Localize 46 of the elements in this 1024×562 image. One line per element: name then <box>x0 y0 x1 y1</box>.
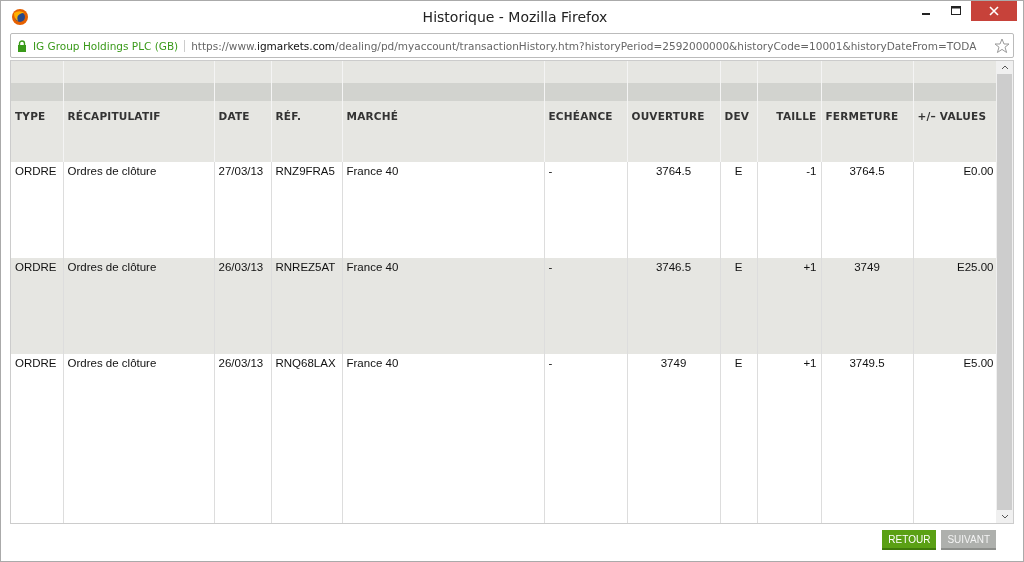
close-icon <box>989 6 999 16</box>
maximize-icon[interactable] <box>951 6 961 16</box>
address-bar[interactable]: IG Group Holdings PLC (GB) https://www.igmarkets.com/dealing/pd/myaccount/transactionHistory.htm?historyPeriod=2592000000&historyCode=10001&historyDateFrom=TODA <box>10 33 1014 58</box>
table-cell: RNQ68LAX <box>271 354 342 450</box>
table-cell: E <box>720 258 757 354</box>
close-button[interactable] <box>971 1 1017 21</box>
column-header: DATE <box>214 61 271 162</box>
column-header: TAILLE <box>757 61 821 162</box>
table-cell: E <box>720 354 757 450</box>
column-header: TYPE <box>11 61 63 162</box>
window-title: Historique - Mozilla Firefox <box>421 8 609 25</box>
lock-icon <box>17 39 27 52</box>
table-cell: +1 <box>757 354 821 450</box>
scroll-up-icon[interactable] <box>1000 64 1009 70</box>
table-cell: RNREZ5AT <box>271 258 342 354</box>
table-cell: ORDRE <box>11 354 63 450</box>
column-header: +/– VALUES <box>913 61 996 162</box>
table-cell: 3749 <box>627 354 720 450</box>
star-icon[interactable] <box>994 37 1010 54</box>
site-identity[interactable]: IG Group Holdings PLC (GB) <box>33 39 186 52</box>
column-header: OUVERTURE <box>627 61 720 162</box>
scrollbar[interactable] <box>996 61 1013 523</box>
table-cell: - <box>544 354 627 450</box>
column-header: ECHÉANCE <box>544 61 627 162</box>
table-cell: Ordres de clôture <box>63 258 214 354</box>
table-cell: E25.00 <box>913 258 996 354</box>
table-cell: Ordres de clôture <box>63 354 214 450</box>
url-text: https://www.igmarkets.com/dealing/pd/myaccount/transactionHistory.htm?historyPeriod=2592000000&historyCode=10001&historyDateFrom=TODA <box>191 39 978 52</box>
scroll-down-icon[interactable] <box>1000 514 1009 520</box>
table-cell: 3746.5 <box>627 258 720 354</box>
table-cell: France 40 <box>342 258 544 354</box>
table-cell: 3749.5 <box>821 354 913 450</box>
back-button[interactable]: RETOUR <box>882 530 937 550</box>
firefox-icon <box>11 7 29 26</box>
table-cell: 3749 <box>821 258 913 354</box>
table-cell: 26/03/13 <box>214 258 271 354</box>
table-cell: ORDRE <box>11 258 63 354</box>
table-cell: France 40 <box>342 354 544 450</box>
column-header: FERMETURE <box>821 61 913 162</box>
table-cell: +1 <box>757 258 821 354</box>
column-header: RÉF. <box>271 61 342 162</box>
table-cell: - <box>544 258 627 354</box>
column-header: RÉCAPITULATIF <box>63 61 214 162</box>
column-header: MARCHÉ <box>342 61 544 162</box>
column-header: DEV <box>720 61 757 162</box>
table-cell: 26/03/13 <box>214 354 271 450</box>
